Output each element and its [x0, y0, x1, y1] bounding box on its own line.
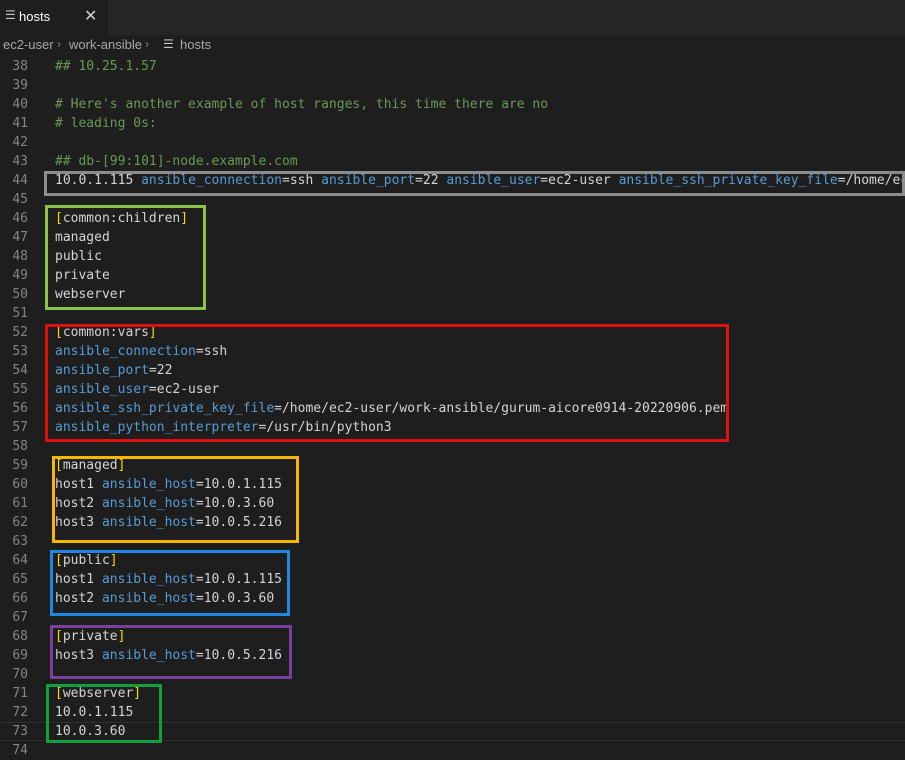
line-number: 45 — [12, 192, 28, 207]
comment-text: # leading 0s: — [55, 116, 157, 131]
code-line[interactable]: 43 ## db-[99:101]-node.example.com — [0, 152, 905, 171]
breadcrumb: ec2-user › work-ansible › ☰ hosts — [0, 35, 905, 55]
close-icon[interactable]: ✕ — [84, 6, 97, 26]
line-number: 64 — [12, 553, 28, 568]
webserver-highlight-box — [46, 684, 162, 743]
breadcrumb-item-hosts[interactable]: hosts — [180, 37, 211, 52]
line-number: 70 — [12, 667, 28, 682]
chevron-right-icon: › — [145, 37, 149, 51]
line-number: 48 — [12, 249, 28, 264]
line-number: 61 — [12, 496, 28, 511]
common-vars-highlight-box — [45, 324, 729, 442]
line-number: 42 — [12, 135, 28, 150]
line-number: 66 — [12, 591, 28, 606]
line-number: 41 — [12, 116, 28, 131]
line-number: 38 — [12, 59, 28, 74]
line-number: 43 — [12, 154, 28, 169]
line-number: 39 — [12, 78, 28, 93]
line-number: 58 — [12, 439, 28, 454]
line-number: 44 — [12, 173, 28, 188]
line-number: 74 — [12, 743, 28, 758]
line-number: 46 — [12, 211, 28, 226]
line-number: 72 — [12, 705, 28, 720]
code-line[interactable]: 38 ## 10.25.1.57 — [0, 57, 905, 76]
line-number: 52 — [12, 325, 28, 340]
code-line[interactable]: 42 — [0, 133, 905, 152]
line-number: 47 — [12, 230, 28, 245]
managed-highlight-box — [52, 456, 299, 543]
line-number: 68 — [12, 629, 28, 644]
line-number: 50 — [12, 287, 28, 302]
lines-icon: ☰ — [5, 8, 16, 22]
line-number: 69 — [12, 648, 28, 663]
line-number: 63 — [12, 534, 28, 549]
private-highlight-box — [50, 625, 292, 679]
line-number: 57 — [12, 420, 28, 435]
line-number: 71 — [12, 686, 28, 701]
lines-icon: ☰ — [163, 37, 174, 51]
tab-label: hosts — [19, 9, 51, 24]
line-number: 51 — [12, 306, 28, 321]
breadcrumb-item-work-ansible[interactable]: work-ansible — [69, 37, 142, 52]
line-number: 40 — [12, 97, 28, 112]
breadcrumb-item-ec2-user[interactable]: ec2-user — [3, 37, 54, 52]
code-line[interactable]: 39 — [0, 76, 905, 95]
line-number: 49 — [12, 268, 28, 283]
code-line[interactable]: 74 — [0, 741, 905, 760]
line-number: 53 — [12, 344, 28, 359]
code-line[interactable]: 40 # Here's another example of host range… — [0, 95, 905, 114]
line-number: 73 — [12, 724, 28, 739]
comment-text: ## db-[99:101]-node.example.com — [55, 154, 298, 169]
code-line[interactable]: 41 # leading 0s: — [0, 114, 905, 133]
common-children-highlight-box — [45, 205, 206, 310]
host-line-highlight-box — [44, 171, 905, 196]
comment-text: # Here's another example of host ranges,… — [55, 97, 549, 112]
comment-text: ## 10.25.1.57 — [55, 59, 157, 74]
line-content: # Here's another example of host ranges,… — [55, 95, 548, 114]
line-number: 60 — [12, 477, 28, 492]
line-content: # leading 0s: — [55, 114, 157, 133]
public-highlight-box — [50, 550, 290, 616]
tab-hosts[interactable]: ☰ hosts ✕ — [0, 0, 108, 35]
line-content: ## 10.25.1.57 — [55, 57, 157, 76]
line-number: 65 — [12, 572, 28, 587]
line-number: 62 — [12, 515, 28, 530]
tab-bar: ☰ hosts ✕ — [0, 0, 905, 35]
line-number: 54 — [12, 363, 28, 378]
line-number: 56 — [12, 401, 28, 416]
line-number: 55 — [12, 382, 28, 397]
line-content: ## db-[99:101]-node.example.com — [55, 152, 298, 171]
line-number: 67 — [12, 610, 28, 625]
line-number: 59 — [12, 458, 28, 473]
chevron-right-icon: › — [57, 37, 61, 51]
